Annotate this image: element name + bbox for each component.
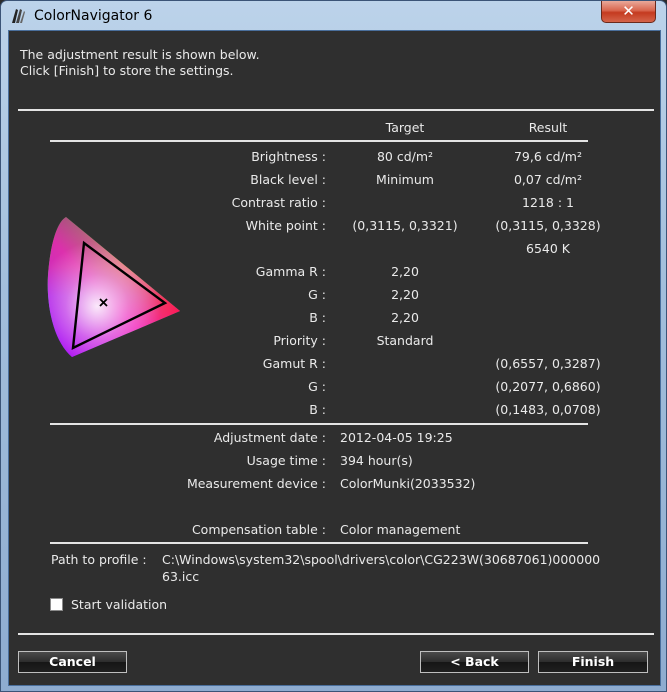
start-validation-checkbox[interactable] [50, 598, 63, 611]
table-row-label: Gamut R : [262, 356, 326, 371]
info-value: 394 hour(s) [340, 453, 413, 468]
table-row-label: Brightness : [251, 149, 326, 164]
table-row-label: White point : [245, 218, 326, 233]
divider-bottom [18, 633, 654, 635]
info-value: Color management [340, 522, 461, 537]
info-label: Adjustment date : [213, 430, 326, 445]
table-row-label: B : [309, 402, 326, 417]
colornavigator-app-icon [12, 9, 25, 23]
wizard-panel: The adjustment result is shown below. Cl… [9, 31, 658, 683]
profile-path-line-1: C:\Windows\system32\spool\drivers\color\… [162, 552, 601, 567]
table-row-result: (0,1483, 0,0708) [495, 402, 601, 417]
table-row-label: G : [308, 379, 326, 394]
close-button[interactable]: ✕ [601, 1, 656, 23]
table-row-target: Minimum [376, 172, 434, 187]
profile-path-label: Path to profile : [51, 552, 147, 567]
title-bar[interactable]: ColorNavigator 6 ✕ [1, 1, 666, 31]
table-row-label: Gamma R : [255, 264, 326, 279]
table-row-target: Standard [376, 333, 434, 348]
table-row-target: 2,20 [391, 287, 419, 302]
table-row-label: Black level : [250, 172, 326, 187]
divider-info-bottom [50, 542, 588, 544]
finish-button[interactable]: Finish [538, 651, 648, 673]
info-value: 2012-04-05 19:25 [340, 430, 453, 445]
column-header-result: Result [528, 120, 568, 135]
close-icon: ✕ [622, 2, 635, 20]
table-row-result: 79,6 cd/m² [513, 149, 582, 164]
info-label: Usage time : [246, 453, 326, 468]
table-row-target: 2,20 [391, 310, 419, 325]
divider-top [18, 109, 654, 111]
table-row-label: Priority : [273, 333, 326, 348]
info-label: Compensation table : [191, 522, 326, 537]
divider-table-bottom [50, 423, 588, 425]
message-line-2: Click [Finish] to store the settings. [20, 63, 234, 78]
back-button[interactable]: < Back [420, 651, 529, 673]
divider-table-header [50, 140, 588, 142]
table-row-target: 2,20 [391, 264, 419, 279]
table-row-result: 6540 K [526, 241, 570, 256]
table-row-target: 80 cd/m² [376, 149, 434, 164]
profile-path-line-2: 63.icc [162, 569, 200, 584]
table-row-result: (0,6557, 0,3287) [495, 356, 601, 371]
message-line-1: The adjustment result is shown below. [20, 47, 260, 62]
table-row-target: (0,3115, 0,3321) [352, 218, 458, 233]
window-title: ColorNavigator 6 [34, 8, 153, 24]
table-row-result: (0,2077, 0,6860) [495, 379, 601, 394]
start-validation-label[interactable]: Start validation [71, 597, 167, 612]
info-label: Measurement device : [186, 476, 326, 491]
column-header-target: Target [385, 120, 425, 135]
table-row-result: (0,3115, 0,3328) [495, 218, 601, 233]
table-row-label: G : [308, 287, 326, 302]
info-value: ColorMunki(2033532) [340, 476, 476, 491]
table-row-result: 0,07 cd/m² [513, 172, 582, 187]
cancel-button[interactable]: Cancel [18, 651, 127, 673]
table-row-label: B : [309, 310, 326, 325]
table-row-result: 1218 : 1 [522, 195, 574, 210]
table-row-label: Contrast ratio : [231, 195, 326, 210]
